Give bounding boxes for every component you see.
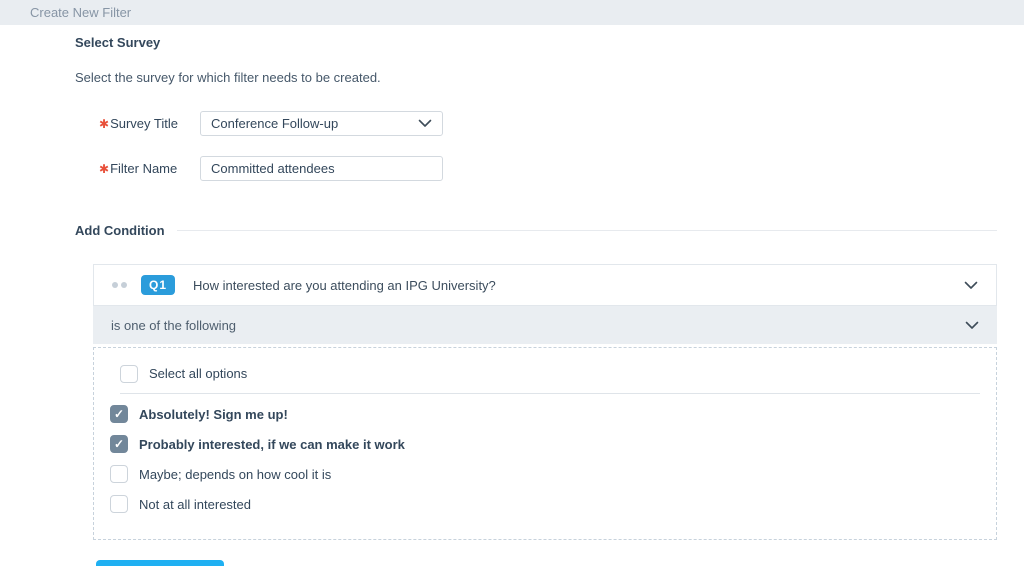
add-condition-button[interactable]: Add Condition [96,560,224,566]
required-asterisk: ✱ [99,162,109,176]
option-label: Not at all interested [139,497,251,512]
section-divider [177,230,997,231]
survey-title-row: ✱Survey Title Conference Follow-up [75,111,997,136]
option-label: Select all options [149,366,247,381]
chevron-down-icon[interactable] [965,321,979,330]
options-box: ✓ Select all options ✓ Absolutely! Sign … [93,347,997,540]
checkbox[interactable]: ✓ [110,495,128,513]
page-title: Create New Filter [30,5,131,20]
checkmark-icon: ✓ [111,436,127,453]
option-row: ✓ Not at all interested [110,489,980,519]
option-row: ✓ Maybe; depends on how cool it is [110,459,980,489]
page-header: Create New Filter [0,0,1024,25]
filter-name-input[interactable] [200,156,443,181]
option-label: Absolutely! Sign me up! [139,407,288,422]
select-survey-description: Select the survey for which filter needs… [75,70,997,85]
condition-operator-row[interactable]: is one of the following [93,306,997,344]
filter-name-label: ✱Filter Name [99,161,200,176]
option-label: Probably interested, if we can make it w… [139,437,405,452]
question-badge: Q1 [141,275,175,295]
survey-title-selected-value: Conference Follow-up [211,116,338,131]
checkbox[interactable]: ✓ [110,465,128,483]
option-label: Maybe; depends on how cool it is [139,467,331,482]
question-text: How interested are you attending an IPG … [193,278,496,293]
checkbox[interactable]: ✓ [120,365,138,383]
condition-card: Q1 How interested are you attending an I… [93,264,997,540]
checkbox[interactable]: ✓ [110,435,128,453]
chevron-down-icon[interactable] [964,281,978,290]
chevron-down-icon [418,119,432,128]
filter-name-row: ✱Filter Name [75,156,997,181]
option-row: ✓ Probably interested, if we can make it… [110,429,980,459]
option-row: ✓ Select all options [120,360,980,394]
condition-question-row[interactable]: Q1 How interested are you attending an I… [93,264,997,306]
drag-dots-icon[interactable] [112,282,127,288]
checkbox[interactable]: ✓ [110,405,128,423]
survey-title-label: ✱Survey Title [99,116,200,131]
main-content: Select Survey Select the survey for whic… [0,35,1024,566]
required-asterisk: ✱ [99,117,109,131]
select-survey-heading: Select Survey [75,35,997,50]
checkmark-icon: ✓ [111,406,127,423]
add-condition-section-head: Add Condition [75,223,997,238]
survey-title-select[interactable]: Conference Follow-up [200,111,443,136]
option-row: ✓ Absolutely! Sign me up! [110,399,980,429]
operator-label: is one of the following [111,318,236,333]
add-condition-heading: Add Condition [75,223,165,238]
